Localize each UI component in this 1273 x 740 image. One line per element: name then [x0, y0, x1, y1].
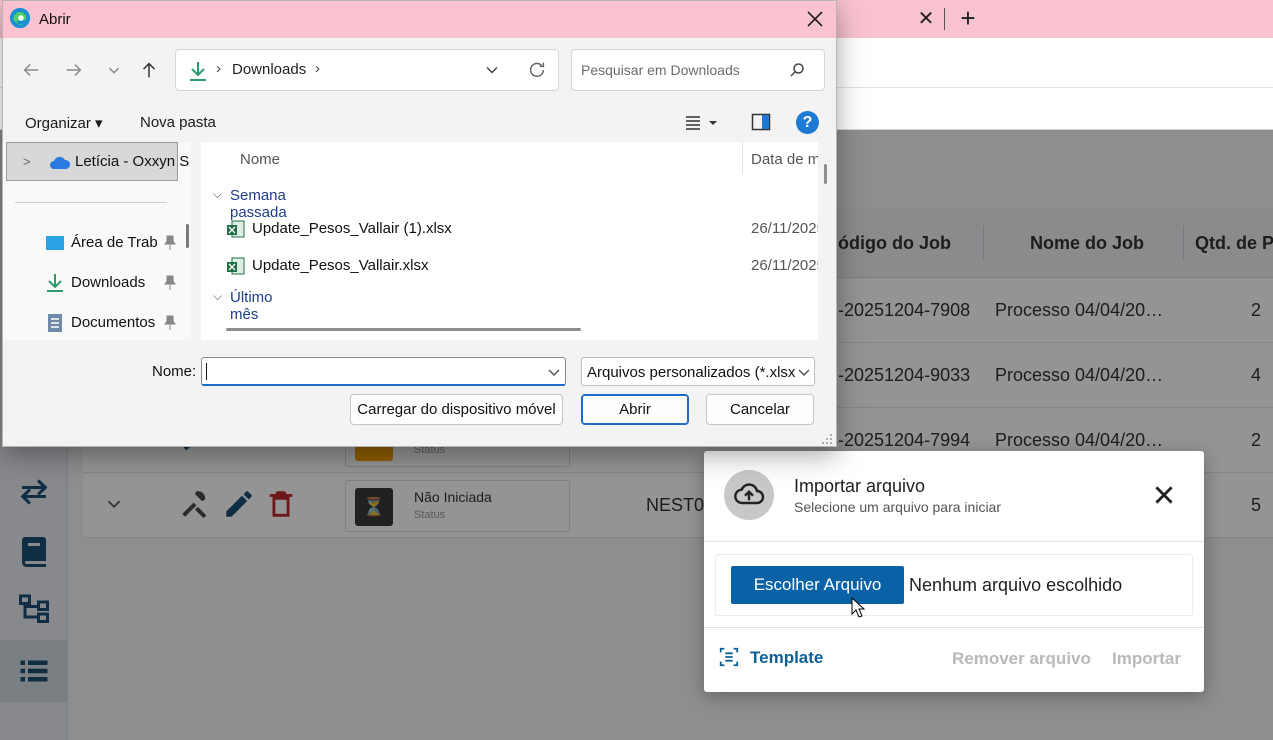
up-arrow-icon[interactable] [138, 59, 160, 81]
upload-from-mobile-button[interactable]: Carregar do dispositivo móvel [350, 394, 563, 425]
column-separator[interactable] [742, 142, 743, 174]
address-bar[interactable]: › Downloads › [175, 49, 559, 91]
divider [704, 541, 1204, 542]
onedrive-cloud-icon [50, 156, 71, 169]
remove-file-button[interactable]: Remover arquivo [952, 649, 1091, 669]
breadcrumb-separator: › [216, 60, 221, 77]
text-caret [206, 363, 207, 380]
search-placeholder: Pesquisar em Downloads [581, 62, 740, 78]
dialog-title: Abrir [39, 11, 71, 28]
dialog-titlebar: Abrir [3, 1, 836, 38]
nav-item-label: Área de Trab [71, 234, 158, 251]
modal-subtitle: Selecione um arquivo para iniciar [794, 499, 1001, 515]
group-label: Semana passada [230, 187, 287, 221]
nav-divider [15, 202, 167, 203]
horizontal-scrollbar-thumb[interactable] [226, 328, 581, 331]
column-header-date[interactable]: Data de m [751, 151, 820, 168]
excel-file-icon [227, 257, 245, 275]
nav-item-onedrive[interactable]: > Letícia - Oxxyn S [6, 142, 189, 181]
pin-icon [164, 235, 176, 250]
close-icon[interactable] [1151, 482, 1177, 508]
documents-icon [48, 314, 62, 332]
breadcrumb-separator[interactable]: › [315, 60, 320, 77]
help-icon[interactable]: ? [796, 111, 819, 134]
file-row[interactable]: Update_Pesos_Vallair.xlsx 26/11/2025 [226, 254, 826, 278]
organize-menu[interactable]: Organizar ▾ [25, 114, 103, 132]
document-scan-icon [719, 647, 739, 667]
file-input: Escolher Arquivo Nenhum arquivo escolhid… [715, 554, 1193, 616]
preview-pane-icon[interactable] [751, 112, 771, 132]
import-button[interactable]: Importar [1112, 649, 1181, 669]
file-date: 26/11/2025 [751, 220, 825, 237]
refresh-icon[interactable] [526, 59, 548, 81]
search-input[interactable]: Pesquisar em Downloads [571, 49, 825, 91]
import-file-modal: Importar arquivo Selecione um arquivo pa… [704, 451, 1204, 692]
breadcrumb-downloads[interactable]: Downloads [232, 61, 306, 78]
file-name: Update_Pesos_Vallair.xlsx [252, 257, 429, 274]
divider [704, 627, 1204, 628]
cancel-button[interactable]: Cancelar [706, 394, 814, 425]
file-type-dropdown-icon[interactable] [796, 364, 812, 380]
nav-item-label: Downloads [71, 274, 146, 291]
tab-close-button[interactable]: ✕ [914, 7, 938, 31]
file-type-select[interactable]: Arquivos personalizados (*.xlsx; [581, 357, 815, 386]
choose-file-button[interactable]: Escolher Arquivo [731, 566, 904, 604]
desktop-icon [46, 236, 64, 250]
file-list: Nome Data de m ⌵ Semana passada Update_P… [201, 142, 831, 340]
pin-icon [164, 275, 176, 290]
template-label: Template [750, 648, 824, 667]
no-file-label: Nenhum arquivo escolhido [909, 575, 1123, 595]
mouse-cursor-icon [851, 597, 865, 618]
resize-grip-icon[interactable] [821, 433, 833, 445]
navigation-pane: > Letícia - Oxxyn S Área de Trab Downloa… [3, 142, 191, 340]
file-row[interactable]: Update_Pesos_Vallair (1).xlsx 26/11/2025 [226, 217, 826, 241]
expand-chevron-icon[interactable]: > [23, 154, 31, 169]
open-button[interactable]: Abrir [581, 394, 689, 425]
cloud-upload-icon [724, 470, 774, 520]
file-name: Update_Pesos_Vallair (1).xlsx [252, 220, 452, 237]
group-label: Último mês [230, 289, 273, 323]
excel-file-icon [227, 220, 245, 238]
column-header-name[interactable]: Nome [240, 151, 280, 168]
nav-item-label: Documentos [71, 314, 156, 331]
collapse-chevron-icon[interactable]: ⌵ [213, 187, 222, 202]
dialog-toolbar: Organizar ▾ Nova pasta ? [3, 102, 836, 142]
recent-locations-chevron-icon[interactable] [103, 59, 125, 81]
filename-input[interactable] [201, 357, 566, 386]
forward-arrow-icon[interactable] [63, 59, 85, 81]
new-folder-button[interactable]: Nova pasta [140, 114, 216, 131]
back-arrow-icon[interactable] [20, 59, 42, 81]
filename-dropdown-icon[interactable] [546, 364, 562, 380]
new-tab-button[interactable]: + [955, 5, 981, 31]
file-type-value: Arquivos personalizados (*.xlsx; [587, 364, 795, 381]
vertical-scrollbar-thumb[interactable] [824, 164, 827, 184]
address-dropdown-icon[interactable] [482, 60, 502, 80]
open-file-dialog: Abrir › Downloads › Pesquisar em Downloa… [2, 0, 837, 447]
view-options-icon[interactable] [683, 113, 719, 133]
download-icon [190, 62, 206, 81]
download-icon [47, 274, 63, 292]
tab-separator [944, 8, 945, 30]
edge-logo-icon [9, 7, 31, 29]
filename-label: Nome: [152, 363, 197, 380]
search-icon[interactable] [788, 61, 806, 79]
file-date: 26/11/2025 [751, 257, 825, 274]
dialog-close-icon[interactable] [803, 7, 827, 31]
collapse-chevron-icon[interactable]: ⌵ [213, 289, 222, 304]
nav-item-label: Letícia - Oxxyn S [75, 153, 190, 170]
pin-icon [164, 315, 176, 330]
nav-scrollbar[interactable] [186, 224, 189, 248]
modal-title: Importar arquivo [794, 476, 926, 496]
